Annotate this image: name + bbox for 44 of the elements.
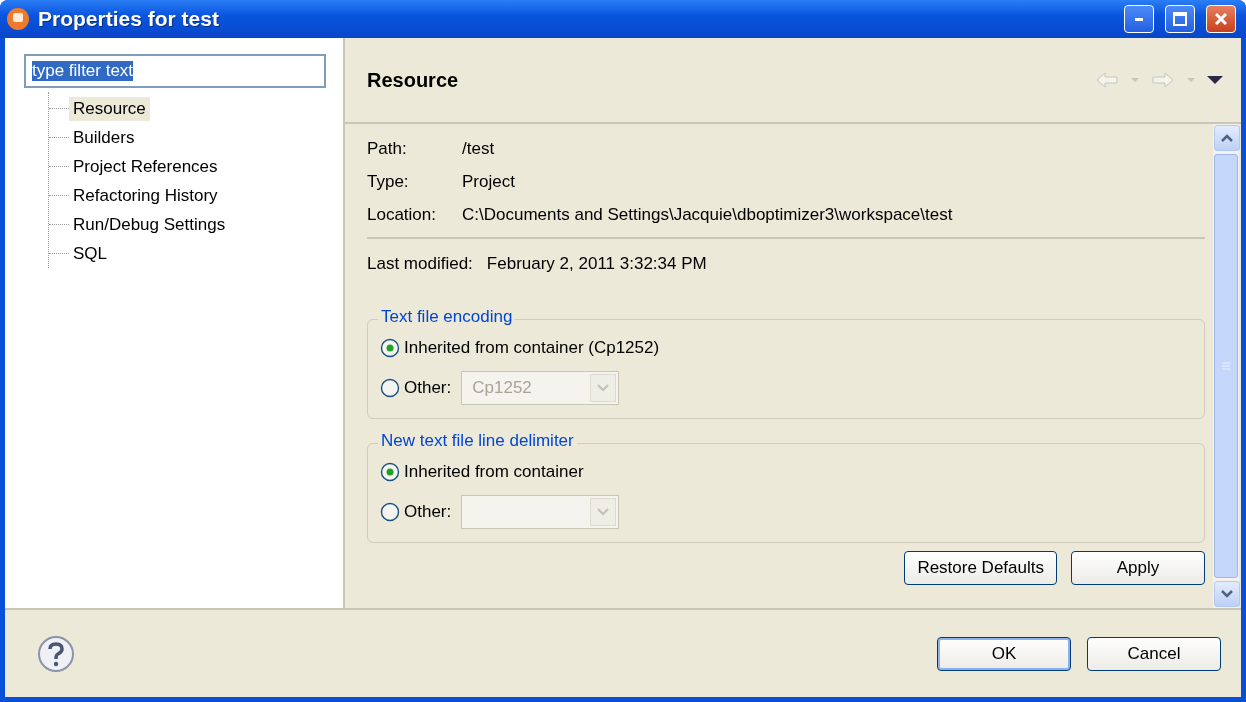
close-icon [1215,13,1227,25]
page-button[interactable]: Restore Defaults [904,551,1057,585]
page-title: Resource [367,68,460,92]
window-title: Properties for test [38,7,220,31]
radio-button[interactable]: Inherited from container [380,462,584,482]
app-logo-icon [6,7,30,31]
dialog-button[interactable]: OK [937,636,1071,671]
field-value: Project [462,171,515,192]
dropdown-caret-icon [1187,78,1195,82]
field-label: Last modified: [367,254,473,274]
radio-button[interactable]: Other: [380,502,452,522]
field-label: Path: [367,138,408,159]
scrollbar[interactable] [1213,124,1239,608]
field-value: /test [462,138,495,159]
dialog-button[interactable]: Cancel [1087,636,1221,671]
chevron-up-icon [1221,134,1233,142]
forward-arrow-icon [1151,71,1175,89]
tree-item[interactable]: SQL [69,241,112,266]
tree-item[interactable]: Builders [69,125,139,150]
group-title: Text file encoding [378,307,516,327]
minimize-icon [1135,17,1143,21]
filter-field[interactable]: type filter text [24,54,326,88]
tree-item[interactable]: Resource [69,96,150,121]
maximize-button[interactable] [1165,5,1195,33]
page-button[interactable]: Apply [1071,551,1205,585]
back-arrow-icon [1095,71,1119,89]
field-value: C:\Documents and Settings\Jacquie\dboptimizer3\workspace\test [462,204,953,225]
field-label: Location: [367,204,437,225]
field-value: February 2, 2011 3:32:34 PM [486,254,707,274]
tree-item[interactable]: Project References [69,154,222,179]
radio-button[interactable]: Inherited from container (Cp1252) [380,338,660,358]
close-button[interactable] [1206,5,1236,33]
help-icon [37,634,75,673]
maximize-icon [1173,12,1187,26]
tree-item[interactable]: Refactoring History [69,183,222,208]
chevron-down-icon [1221,590,1233,598]
chevron-down-icon [590,374,617,402]
chevron-down-icon [590,498,617,526]
dropdown-caret-icon [1131,78,1139,82]
radio-button[interactable]: Other: [380,378,452,398]
tree-item[interactable]: Run/Debug Settings [69,212,230,237]
view-menu-icon [1207,76,1223,84]
field-label: Type: [367,171,410,192]
minimize-button[interactable] [1124,5,1154,33]
